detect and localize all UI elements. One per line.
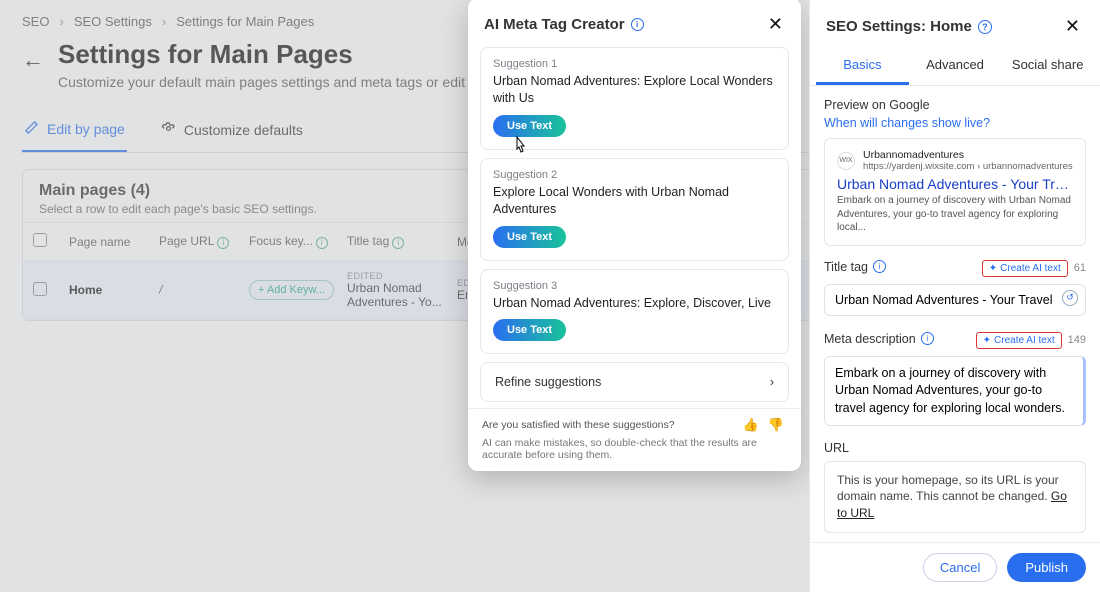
- use-text-button[interactable]: Use Text: [493, 115, 566, 137]
- ai-disclaimer: AI can make mistakes, so double-check th…: [482, 437, 787, 461]
- help-icon[interactable]: ?: [978, 20, 992, 34]
- info-icon[interactable]: i: [873, 260, 886, 273]
- info-icon[interactable]: i: [631, 18, 644, 31]
- char-count: 61: [1074, 262, 1086, 274]
- google-preview-card: WIX Urbannomadventures https://yardenj.w…: [824, 138, 1086, 246]
- google-preview-title: Urban Nomad Adventures - Your Tra…: [837, 176, 1073, 192]
- sparkle-icon: ✦: [989, 263, 997, 274]
- reset-icon[interactable]: ↺: [1062, 290, 1078, 306]
- suggestion-card: Suggestion 1 Urban Nomad Adventures: Exp…: [480, 47, 789, 150]
- sparkle-icon: ✦: [983, 335, 991, 346]
- suggestion-card: Suggestion 2 Explore Local Wonders with …: [480, 158, 789, 261]
- suggestion-card: Suggestion 3 Urban Nomad Adventures: Exp…: [480, 269, 789, 355]
- create-ai-text-button[interactable]: ✦Create AI text: [982, 260, 1068, 277]
- tab-basics[interactable]: Basics: [816, 45, 909, 85]
- title-tag-input[interactable]: [824, 284, 1086, 316]
- feedback-question: Are you satisfied with these suggestions…: [482, 419, 675, 431]
- meta-description-input[interactable]: [824, 356, 1086, 426]
- info-icon[interactable]: i: [921, 332, 934, 345]
- preview-help-link[interactable]: When will changes show live?: [824, 116, 990, 130]
- tab-advanced[interactable]: Advanced: [909, 45, 1002, 85]
- thumbs-down-icon[interactable]: 👎: [765, 417, 787, 432]
- site-favicon: WIX: [837, 152, 855, 170]
- chevron-right-icon: ›: [770, 375, 774, 389]
- close-icon[interactable]: ✕: [762, 12, 789, 37]
- thumbs-up-icon[interactable]: 👍: [740, 417, 762, 432]
- close-icon[interactable]: ✕: [1059, 14, 1086, 39]
- tab-social-share[interactable]: Social share: [1001, 45, 1094, 85]
- google-preview-desc: Embark on a journey of discovery with Ur…: [837, 194, 1073, 235]
- modal-title: AI Meta Tag Creatori: [484, 16, 762, 33]
- ai-meta-tag-modal: AI Meta Tag Creatori ✕ Suggestion 1 Urba…: [468, 0, 801, 471]
- use-text-button[interactable]: Use Text: [493, 319, 566, 341]
- seo-settings-panel: SEO Settings: Home? ✕ Basics Advanced So…: [809, 0, 1100, 592]
- preview-label: Preview on Google: [824, 98, 1086, 112]
- char-count: 149: [1068, 334, 1086, 346]
- refine-suggestions-button[interactable]: Refine suggestions›: [480, 362, 789, 402]
- create-ai-text-button[interactable]: ✦Create AI text: [976, 332, 1062, 349]
- url-info-box: This is your homepage, so its URL is you…: [824, 461, 1086, 533]
- use-text-button[interactable]: Use Text: [493, 226, 566, 248]
- publish-button[interactable]: Publish: [1007, 553, 1086, 582]
- panel-title: SEO Settings: Home?: [826, 18, 1059, 35]
- cancel-button[interactable]: Cancel: [923, 553, 997, 582]
